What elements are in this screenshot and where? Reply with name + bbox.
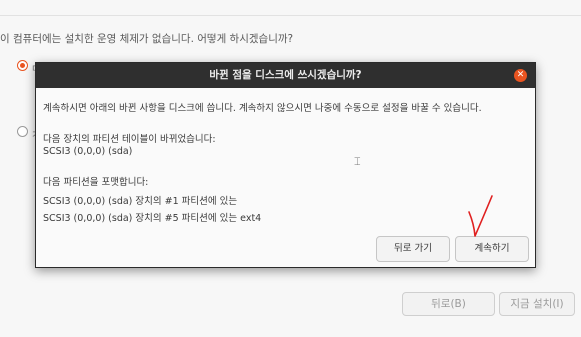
install-now-button[interactable]: 지금 설치(I) <box>499 292 575 316</box>
dialog-title: 바뀐 점을 디스크에 쓰시겠습니까? <box>209 69 362 81</box>
radio-option-2[interactable] <box>17 126 28 137</box>
write-changes-dialog: 바뀐 점을 디스크에 쓰시겠습니까? ✕ 계속하시면 아래의 바뀐 사항을 디스… <box>35 62 536 268</box>
dialog-intro: 계속하시면 아래의 바뀐 사항을 디스크에 씁니다. 계속하지 않으시면 나중에… <box>43 103 482 114</box>
dialog-titlebar: 바뀐 점을 디스크에 쓰시겠습니까? <box>36 63 535 88</box>
continue-button[interactable]: 계속하기 <box>455 236 529 262</box>
back-button[interactable]: 뒤로(B) <box>402 292 495 316</box>
radio-option-1[interactable] <box>17 60 28 71</box>
close-icon[interactable]: ✕ <box>514 69 527 82</box>
format-item: SCSI3 (0,0,0) (sda) 장치의 #1 파티션에 있는 <box>43 196 238 207</box>
format-heading: 다음 파티션을 포맷합니다: <box>43 177 149 188</box>
divider <box>0 15 581 16</box>
partition-table-heading: 다음 장치의 파티션 테이블이 바뀌었습니다: <box>43 134 216 145</box>
install-question: 이 컴퓨터에는 설치한 운영 체제가 없습니다. 어떻게 하시겠습니까? <box>0 33 294 45</box>
partition-table-device: SCSI3 (0,0,0) (sda) <box>43 146 133 157</box>
text-cursor-icon: ⌶ <box>354 155 361 168</box>
go-back-button[interactable]: 뒤로 가기 <box>376 236 450 262</box>
format-item: SCSI3 (0,0,0) (sda) 장치의 #5 파티션에 있는 ext4 <box>43 213 262 224</box>
